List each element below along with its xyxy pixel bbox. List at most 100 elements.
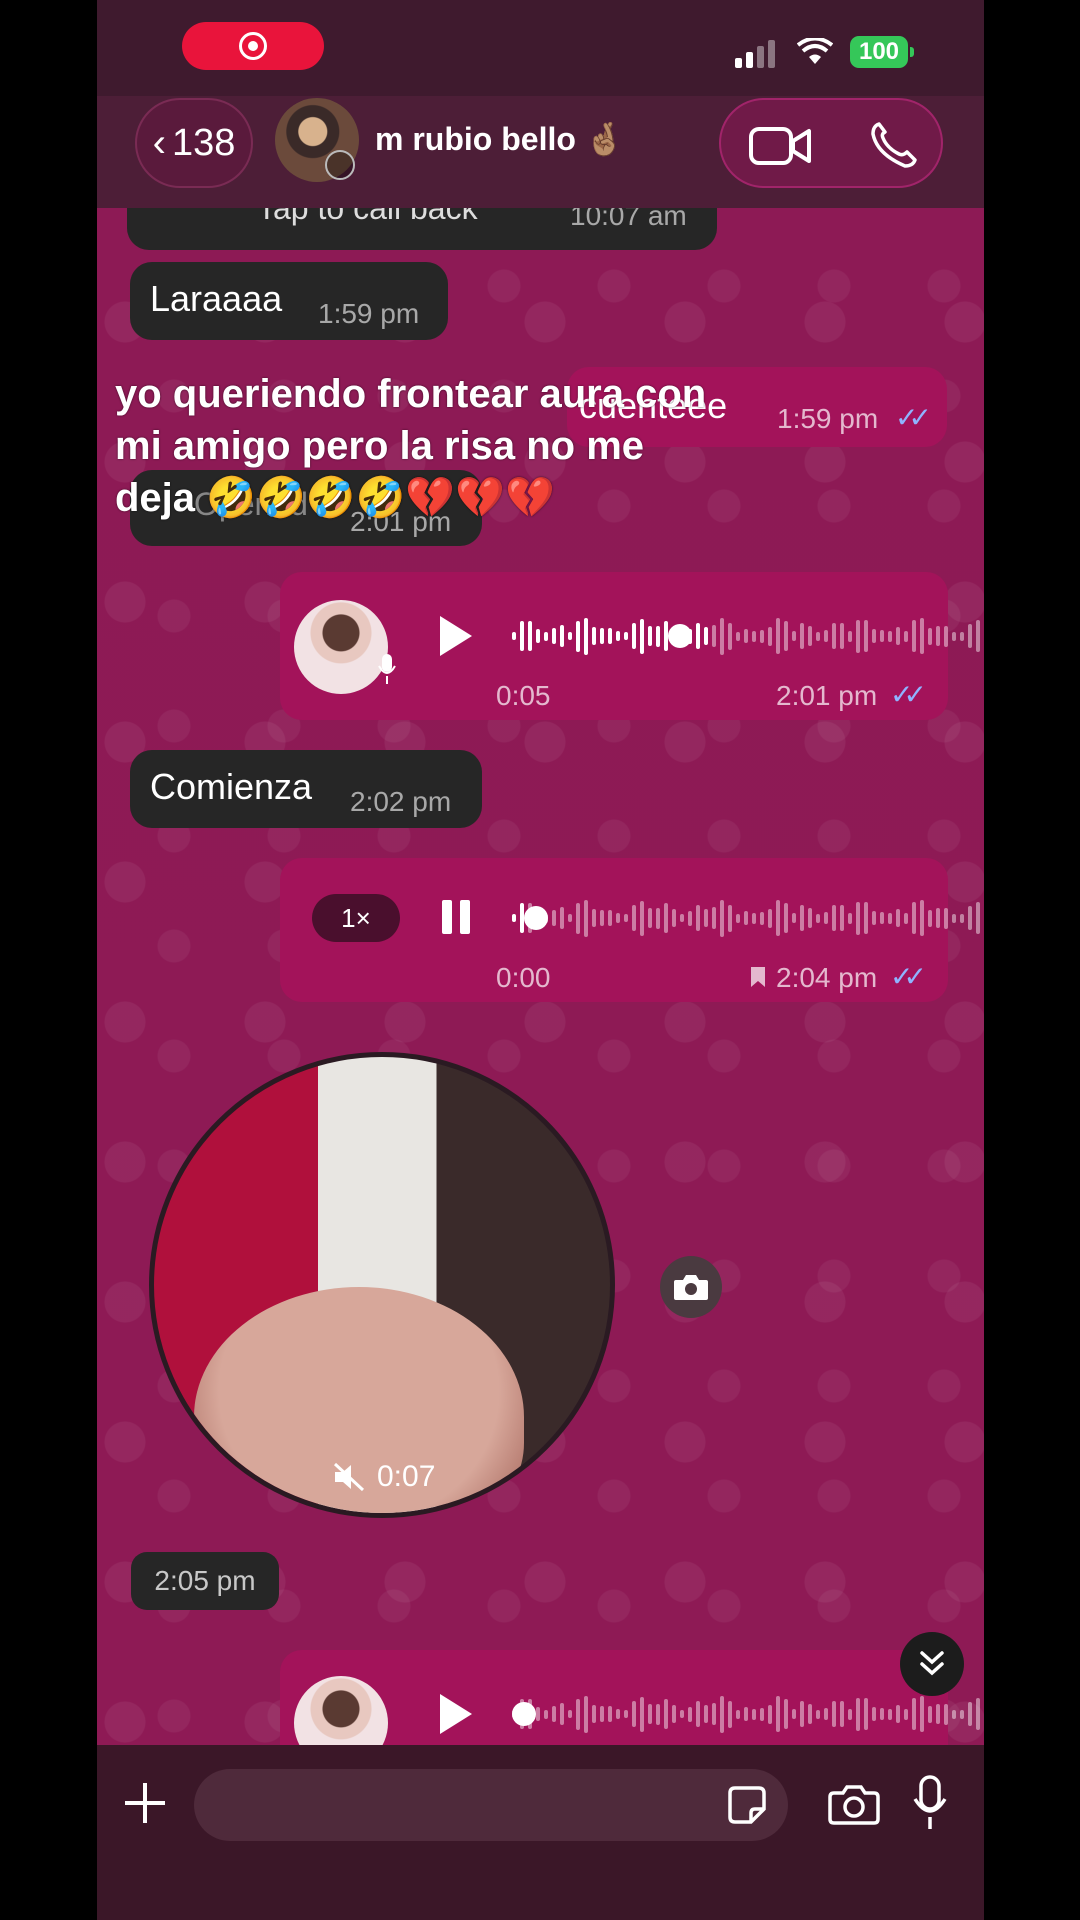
waveform-bar: [672, 1705, 676, 1723]
waveform-bar: [752, 1708, 756, 1720]
waveform-bar: [768, 626, 772, 646]
waveform-bar: [824, 912, 828, 924]
voice-call-icon[interactable]: [867, 120, 919, 172]
waveform-bar: [584, 1695, 588, 1733]
message-bubble-incoming[interactable]: Comienza 2:02 pm: [130, 750, 482, 828]
waveform-bar: [768, 1704, 772, 1724]
waveform-bar: [640, 618, 644, 654]
waveform-bar: [568, 1710, 572, 1718]
waveform-bar: [656, 1703, 660, 1725]
video-note[interactable]: [149, 1052, 615, 1518]
waveform-bar: [704, 1705, 708, 1723]
waveform-bar: [944, 625, 948, 647]
mic-icon[interactable]: [912, 1775, 948, 1831]
waveform-bar: [616, 631, 620, 641]
playback-knob[interactable]: [667, 624, 692, 648]
waveform-bar: [512, 632, 516, 640]
waveform-bar: [824, 630, 828, 642]
scroll-to-bottom-button[interactable]: [900, 1632, 964, 1696]
muted-icon: [333, 1462, 365, 1492]
waveform-bar: [728, 904, 732, 932]
waveform-bar: [560, 625, 564, 647]
waveform-bar: [632, 623, 636, 649]
back-button-overlay[interactable]: ‹ 138: [135, 98, 253, 188]
waveform-bar: [824, 1708, 828, 1720]
waveform-bar: [872, 1707, 876, 1721]
play-icon[interactable]: [440, 1694, 472, 1734]
waveform-bar: [808, 626, 812, 646]
video-call-icon[interactable]: [749, 126, 811, 166]
playback-speed-button[interactable]: 1×: [312, 894, 400, 942]
waveform-bar: [512, 914, 516, 922]
waveform-bar: [712, 1703, 716, 1725]
scroll-down-icon: [920, 1651, 944, 1676]
waveform-bar: [648, 626, 652, 646]
waveform-bar: [840, 905, 844, 931]
waveform-bar: [832, 1701, 836, 1727]
pause-icon[interactable]: [440, 900, 472, 934]
waveform-bar: [656, 625, 660, 647]
waveform-bar: [888, 912, 892, 924]
waveform-bar: [568, 632, 572, 640]
voice-message-bubble[interactable]: 0:05 2:01 pm ✓✓: [280, 572, 980, 720]
waveform-bar: [968, 906, 972, 930]
waveform-bar: [808, 908, 812, 928]
waveform-bar: [704, 627, 708, 645]
message-time: 2:05 pm: [131, 1552, 279, 1610]
waveform-bar: [736, 631, 740, 641]
waveform-bar: [968, 1702, 972, 1726]
waveform-bar: [720, 899, 724, 937]
waveform-bar: [544, 631, 548, 641]
waveform-bar: [904, 1708, 908, 1720]
waveform-bar: [976, 620, 980, 652]
voice-waveform[interactable]: [512, 614, 984, 658]
screen-recording-indicator[interactable]: [182, 22, 324, 70]
waveform-bar: [640, 900, 644, 936]
waveform-bar: [864, 1698, 868, 1730]
waveform-bar: [728, 1700, 732, 1728]
bookmark-icon: [751, 967, 765, 987]
waveform-bar: [544, 1709, 548, 1719]
waveform-bar: [792, 1709, 796, 1719]
waveform-bar: [936, 1704, 940, 1724]
camera-button[interactable]: [660, 1256, 722, 1318]
video-duration: 0:07: [377, 1460, 436, 1493]
waveform-bar: [896, 627, 900, 645]
composer-bar: [97, 1745, 984, 1920]
waveform-bar: [856, 619, 860, 653]
waveform-bar: [648, 908, 652, 928]
waveform-bar: [848, 1708, 852, 1720]
waveform-bar: [720, 617, 724, 655]
waveform-bar: [736, 913, 740, 923]
waveform-bar: [944, 1703, 948, 1725]
camera-icon[interactable]: [828, 1783, 880, 1825]
plus-icon[interactable]: [123, 1781, 167, 1825]
waveform-bar: [872, 629, 876, 643]
waveform-bar: [592, 1705, 596, 1723]
voice-waveform[interactable]: [512, 896, 984, 940]
video-overlay-caption: yo queriendo frontear aura con mi amigo …: [115, 372, 707, 520]
playback-knob[interactable]: [512, 1702, 536, 1726]
message-bubble-incoming[interactable]: Laraaaa 1:59 pm: [130, 262, 448, 340]
waveform-bar: [976, 1698, 980, 1730]
record-icon: [239, 32, 267, 60]
waveform-bar: [840, 623, 844, 649]
waveform-bar: [744, 1707, 748, 1721]
waveform-bar: [688, 1706, 692, 1722]
play-icon[interactable]: [440, 616, 472, 656]
waveform-bar: [808, 1704, 812, 1724]
message-input[interactable]: [194, 1769, 788, 1841]
waveform-bar: [768, 908, 772, 928]
waveform-bar: [584, 617, 588, 655]
waveform-bar: [720, 1695, 724, 1733]
voice-waveform[interactable]: [512, 1692, 984, 1736]
playback-knob[interactable]: [524, 906, 549, 930]
contact-name[interactable]: m rubio bello 🤞🏽: [375, 120, 625, 158]
waveform-bar: [552, 1706, 556, 1722]
sticker-icon[interactable]: [727, 1785, 767, 1825]
waveform-bar: [856, 1697, 860, 1731]
voice-message-bubble[interactable]: 1× 0:00 2:04 pm ✓✓: [280, 858, 980, 1002]
waveform-bar: [576, 902, 580, 934]
waveform-bar: [888, 630, 892, 642]
wifi-icon: [797, 38, 833, 64]
